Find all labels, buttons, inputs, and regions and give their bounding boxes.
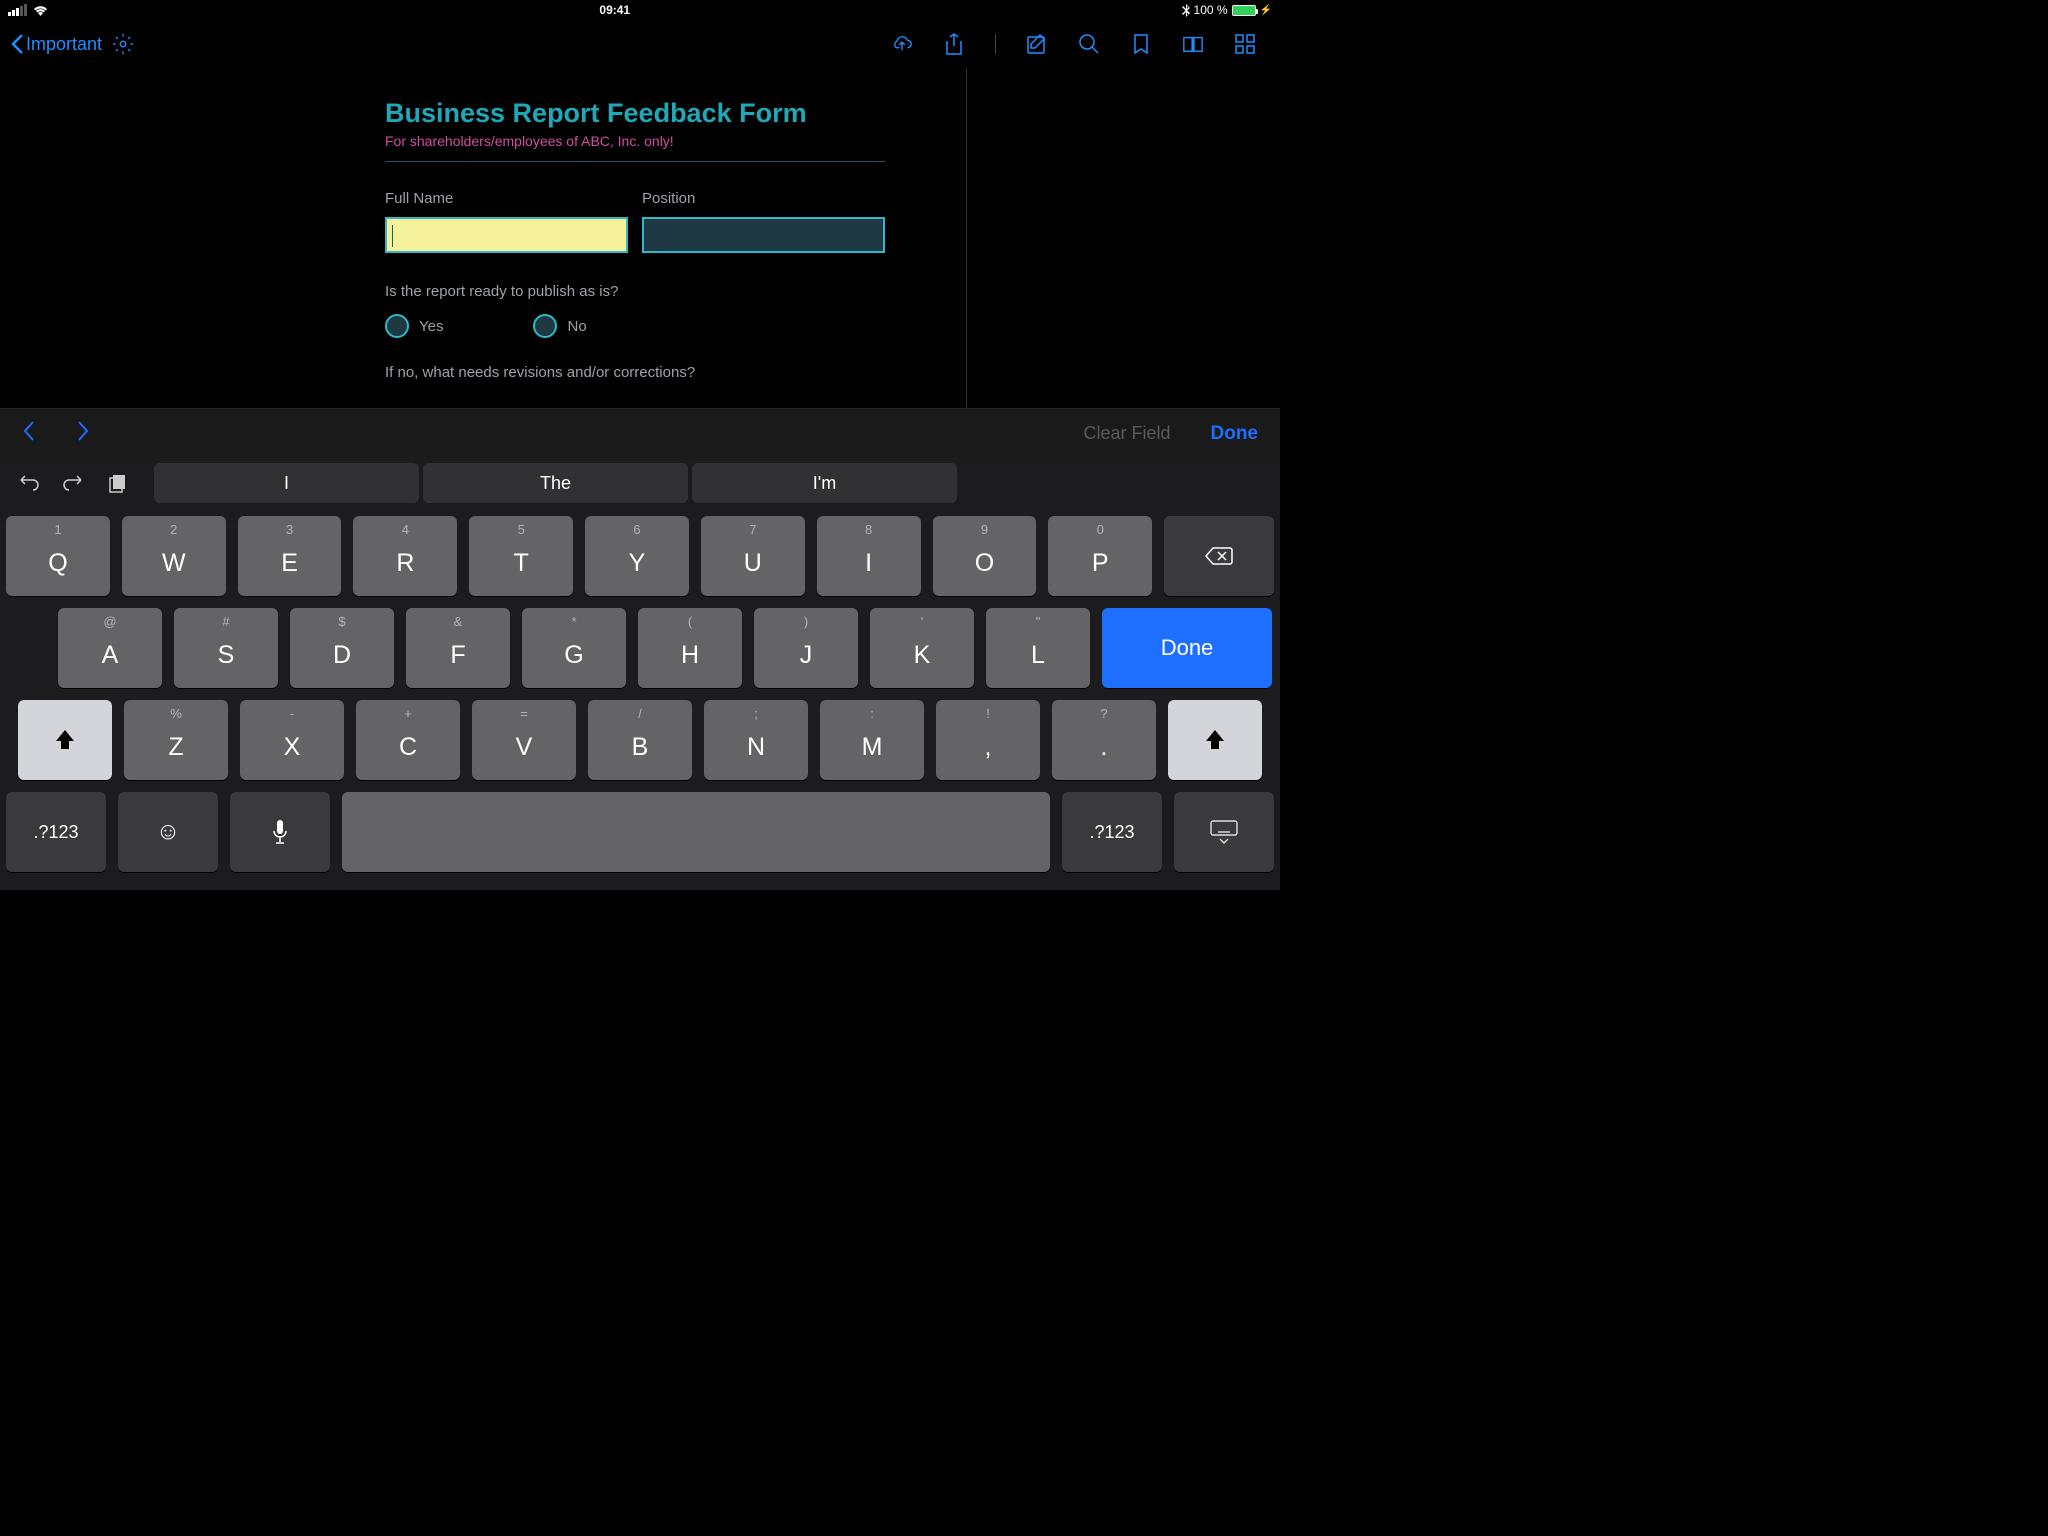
bookmark-button[interactable]: [1130, 33, 1152, 55]
full-name-label: Full Name: [385, 190, 628, 207]
key-m[interactable]: :M: [820, 700, 924, 780]
key-v[interactable]: =V: [472, 700, 576, 780]
question-revisions: If no, what needs revisions and/or corre…: [385, 364, 885, 381]
position-label: Position: [642, 190, 885, 207]
charging-icon: ⚡: [1260, 5, 1272, 16]
page-divider: [966, 68, 967, 408]
key-j[interactable]: )J: [754, 608, 858, 688]
prev-field-button[interactable]: [22, 420, 36, 448]
cloud-upload-button[interactable]: [891, 33, 913, 55]
key-symbols[interactable]: .?123: [1062, 792, 1162, 872]
key-h[interactable]: (H: [638, 608, 742, 688]
document-viewport[interactable]: Business Report Feedback Form For shareh…: [0, 68, 1280, 408]
key-.[interactable]: ?.: [1052, 700, 1156, 780]
key-p[interactable]: 0P: [1048, 516, 1152, 596]
key-w[interactable]: 2W: [122, 516, 226, 596]
undo-button[interactable]: [12, 466, 46, 500]
key-shift[interactable]: [18, 700, 112, 780]
key-hide-keyboard[interactable]: [1174, 792, 1274, 872]
key-y[interactable]: 6Y: [585, 516, 689, 596]
clear-field-button[interactable]: Clear Field: [1083, 423, 1170, 444]
key-f[interactable]: &F: [406, 608, 510, 688]
form-subtitle: For shareholders/employees of ABC, Inc. …: [385, 133, 885, 149]
full-name-input[interactable]: [385, 217, 628, 253]
key-x[interactable]: -X: [240, 700, 344, 780]
edit-button[interactable]: [1026, 33, 1048, 55]
key-backspace[interactable]: [1164, 516, 1274, 596]
navigation-bar: Important: [0, 20, 1280, 68]
radio-yes-label: Yes: [419, 318, 443, 335]
key-o[interactable]: 9O: [933, 516, 1037, 596]
pdf-form: Business Report Feedback Form For shareh…: [385, 98, 885, 381]
key-r[interactable]: 4R: [353, 516, 457, 596]
key-symbols[interactable]: .?123: [6, 792, 106, 872]
share-button[interactable]: [943, 33, 965, 55]
question-publish-ready: Is the report ready to publish as is?: [385, 283, 885, 300]
key-c[interactable]: +C: [356, 700, 460, 780]
keyboard-toolbar: I The I'm: [0, 458, 1280, 508]
virtual-keyboard: 1Q2W3E4R5T6Y7U8I9O0P @A#S$D&F*G(H)J'K"LD…: [0, 508, 1280, 890]
suggestion-1[interactable]: I: [154, 463, 419, 503]
suggestion-3[interactable]: I'm: [692, 463, 957, 503]
suggestion-2[interactable]: The: [423, 463, 688, 503]
search-button[interactable]: [1078, 33, 1100, 55]
form-title: Business Report Feedback Form: [385, 98, 885, 129]
radio-yes[interactable]: Yes: [385, 314, 443, 338]
wifi-icon: [33, 5, 48, 16]
key-i[interactable]: 8I: [817, 516, 921, 596]
radio-circle-icon: [385, 314, 409, 338]
status-time: 09:41: [599, 3, 630, 17]
clipboard-button[interactable]: [100, 466, 134, 500]
radio-no-label: No: [567, 318, 586, 335]
key-space[interactable]: [342, 792, 1050, 872]
key-q[interactable]: 1Q: [6, 516, 110, 596]
key-d[interactable]: $D: [290, 608, 394, 688]
key-t[interactable]: 5T: [469, 516, 573, 596]
reader-button[interactable]: [1182, 33, 1204, 55]
key-shift[interactable]: [1168, 700, 1262, 780]
radio-no[interactable]: No: [533, 314, 586, 338]
key-done[interactable]: Done: [1102, 608, 1272, 688]
battery-icon: [1232, 5, 1256, 16]
key-u[interactable]: 7U: [701, 516, 805, 596]
back-label: Important: [26, 34, 102, 55]
key-dictation[interactable]: [230, 792, 330, 872]
key-emoji[interactable]: ☺: [118, 792, 218, 872]
key-s[interactable]: #S: [174, 608, 278, 688]
position-input[interactable]: [642, 217, 885, 253]
grid-button[interactable]: [1234, 33, 1256, 55]
key-z[interactable]: %Z: [124, 700, 228, 780]
key-l[interactable]: "L: [986, 608, 1090, 688]
done-button[interactable]: Done: [1211, 423, 1259, 445]
key-a[interactable]: @A: [58, 608, 162, 688]
settings-button[interactable]: [112, 33, 134, 55]
key-e[interactable]: 3E: [238, 516, 342, 596]
next-field-button[interactable]: [76, 420, 90, 448]
form-divider: [385, 161, 885, 162]
divider: [995, 34, 996, 54]
key-n[interactable]: ;N: [704, 700, 808, 780]
redo-button[interactable]: [56, 466, 90, 500]
battery-percent: 100 %: [1194, 3, 1228, 17]
radio-circle-icon: [533, 314, 557, 338]
bluetooth-icon: [1182, 4, 1190, 17]
key-,[interactable]: !,: [936, 700, 1040, 780]
keyboard-accessory-bar: Clear Field Done: [0, 408, 1280, 458]
status-bar: 09:41 100 % ⚡: [0, 0, 1280, 20]
key-k[interactable]: 'K: [870, 608, 974, 688]
key-g[interactable]: *G: [522, 608, 626, 688]
cellular-signal-icon: [8, 4, 27, 16]
key-b[interactable]: /B: [588, 700, 692, 780]
back-button[interactable]: Important: [10, 33, 102, 55]
